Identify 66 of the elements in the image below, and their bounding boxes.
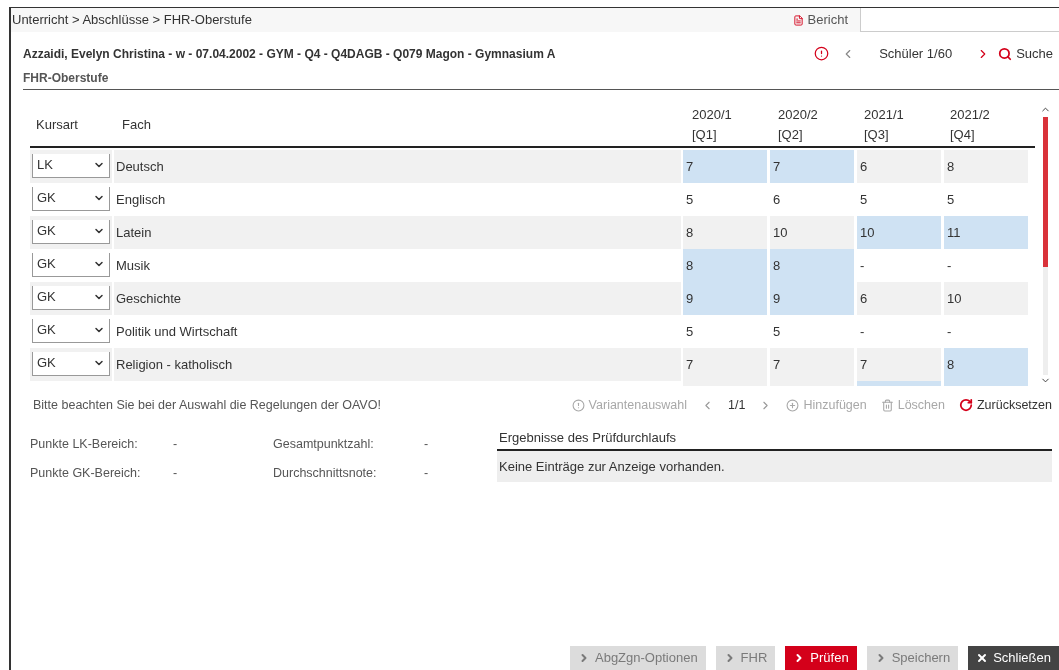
- reset-icon: [958, 398, 973, 413]
- subject-cell: Latein: [114, 216, 681, 249]
- grade-cell: 8: [683, 249, 767, 282]
- plus-icon: [786, 398, 800, 412]
- course-type-select[interactable]: LK: [32, 153, 110, 178]
- stat-value: -: [424, 464, 430, 482]
- grade-cell: 8: [770, 249, 854, 282]
- stat-value: -: [424, 435, 430, 453]
- document-icon: [792, 14, 804, 26]
- variant-pager: 1/1: [728, 397, 746, 414]
- course-type-select[interactable]: GK: [32, 318, 110, 343]
- stat-label: Punkte GK-Bereich:: [30, 464, 142, 482]
- grade-cell: 8: [944, 150, 1028, 183]
- student-title: Azzaidi, Evelyn Christina - w - 07.04.2002 - GYM - Q4 - Q4DAGB - Q079 Magon - Gymnasium A: [23, 45, 557, 63]
- report-tab[interactable]: Bericht: [780, 8, 860, 32]
- grade-cell: 8: [944, 348, 1028, 381]
- scrollbar-thumb[interactable]: [1042, 117, 1048, 267]
- grade-cell: 7: [683, 348, 767, 381]
- grade-cell: 9: [770, 282, 854, 315]
- results-empty-row: Keine Einträge zur Anzeige vorhanden.: [497, 450, 1052, 482]
- stat-value: -: [173, 464, 179, 482]
- subject-cell: Geschichte: [114, 282, 681, 315]
- alert-icon[interactable]: [814, 46, 830, 62]
- grade-cell: 10: [944, 282, 1028, 315]
- grade-cell: 7: [770, 348, 854, 381]
- grade-cell: 10: [857, 216, 941, 249]
- column-header: 2021/2 [Q4]: [949, 106, 991, 144]
- search-button[interactable]: Suche: [998, 44, 1059, 64]
- stat-label: Punkte LK-Bereich:: [30, 435, 139, 453]
- notice-text: Bitte beachten Sie bei der Auswahl die Regelungen der OAVO!: [33, 397, 382, 414]
- subject-cell: Religion - katholisch: [114, 348, 681, 381]
- course-type-select[interactable]: GK: [32, 285, 110, 310]
- grade-cell: 6: [857, 282, 941, 315]
- column-header: 2021/1 [Q3]: [863, 106, 905, 144]
- grade-cell: 9: [683, 282, 767, 315]
- column-header: Kursart: [35, 116, 79, 135]
- breadcrumb: Unterricht > Abschlüsse > FHR-Oberstufe: [11, 11, 253, 30]
- grade-cell: 10: [770, 216, 854, 249]
- grade-cell: 8: [683, 216, 767, 249]
- column-header: 2020/2 [Q2]: [777, 106, 819, 144]
- results-title: Ergebnisse des Prüfdurchlaufs: [498, 429, 677, 447]
- grade-cell: 7: [857, 348, 941, 381]
- close-icon: [976, 652, 989, 664]
- subject-cell: Deutsch: [114, 150, 681, 183]
- close-button[interactable]: Schließen: [968, 646, 1059, 670]
- alert-icon: [571, 398, 585, 412]
- stat-label: Durchschnittsnote:: [273, 464, 378, 482]
- course-type-select[interactable]: GK: [32, 186, 110, 211]
- grade-cell: 11: [944, 216, 1028, 249]
- grade-cell: 7: [683, 150, 767, 183]
- grade-cell: 7: [770, 150, 854, 183]
- grade-cell: 6: [857, 150, 941, 183]
- stat-value: -: [173, 435, 179, 453]
- student-counter: Schüler 1/60: [879, 45, 953, 63]
- action-button[interactable]: Prüfen: [785, 646, 857, 670]
- column-header: Fach: [121, 116, 152, 135]
- reset-button[interactable]: Zurücksetzen: [958, 396, 1052, 415]
- input-field[interactable]: [860, 8, 1059, 32]
- search-icon: [998, 46, 1013, 61]
- section-title: FHR-Oberstufe: [23, 70, 109, 85]
- course-type-select[interactable]: GK: [32, 351, 110, 376]
- column-header: 2020/1 [Q1]: [691, 106, 733, 144]
- trash-icon: [880, 398, 894, 412]
- stat-label: Gesamtpunktzahl:: [273, 435, 375, 453]
- course-type-select[interactable]: GK: [32, 252, 110, 277]
- course-type-select[interactable]: GK: [32, 219, 110, 244]
